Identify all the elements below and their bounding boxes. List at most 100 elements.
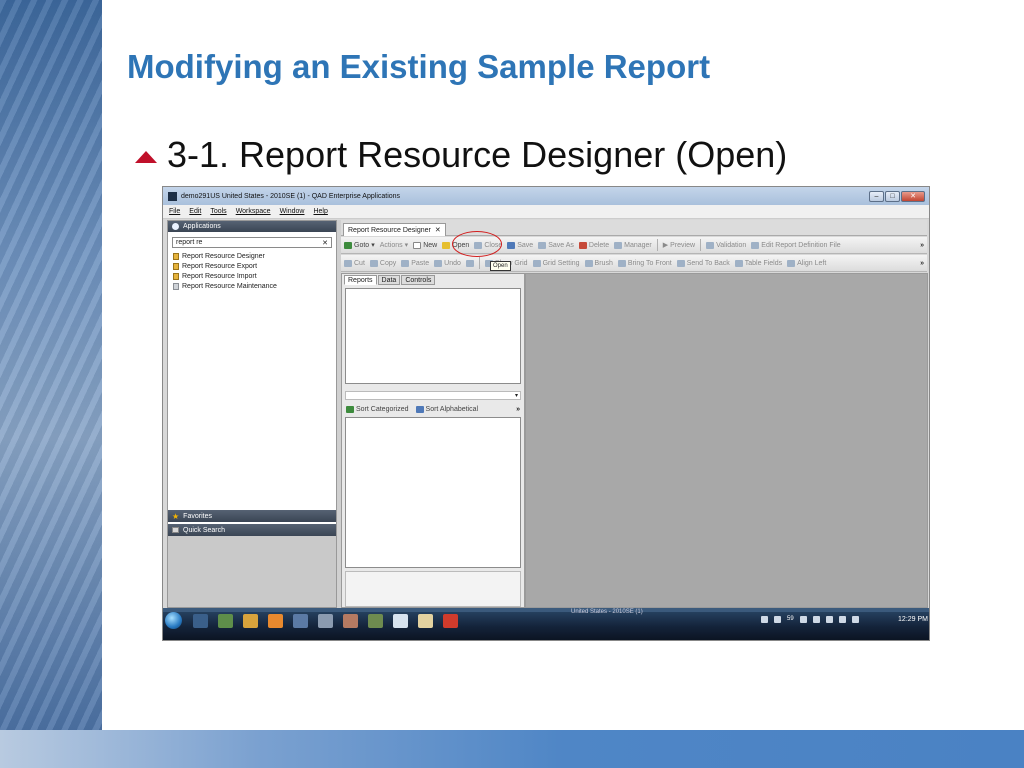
bring-to-front-button[interactable]: Bring To Front xyxy=(617,259,672,267)
align-left-button[interactable]: Align Left xyxy=(787,259,826,267)
app-icon[interactable] xyxy=(318,614,333,628)
network-icon[interactable] xyxy=(838,616,846,623)
app-icon[interactable] xyxy=(343,614,358,628)
folder-icon[interactable] xyxy=(243,614,258,628)
menu-bar: File Edit Tools Workspace Window Help xyxy=(163,205,929,219)
copy-button[interactable]: Copy xyxy=(369,259,396,267)
paste-button[interactable]: Paste xyxy=(401,259,429,267)
menu-file[interactable]: File xyxy=(169,208,180,215)
app-icon[interactable] xyxy=(368,614,383,628)
acrobat-icon[interactable] xyxy=(443,614,458,628)
taskbar-window-label[interactable]: United States - 2010SE (1) xyxy=(571,609,643,615)
preview-button[interactable]: ▶ Preview xyxy=(663,241,695,250)
favorites-header[interactable]: ★ Favorites xyxy=(168,510,336,522)
overflow-icon[interactable]: » xyxy=(516,406,520,413)
save-as-button[interactable]: Save As xyxy=(538,241,574,249)
app-icon[interactable] xyxy=(393,614,408,628)
system-tray: 59 xyxy=(761,616,859,623)
menu-edit[interactable]: Edit xyxy=(189,208,201,215)
toolbar-separator xyxy=(700,239,702,251)
toolbar-separator xyxy=(478,257,480,269)
new-button[interactable]: New xyxy=(413,241,437,249)
cut-button[interactable]: Cut xyxy=(344,259,365,267)
toolbar-secondary: Cut Copy Paste Undo Show Grid Grid Setti… xyxy=(341,255,927,272)
search-value: report re xyxy=(176,239,203,246)
toolbar-separator xyxy=(656,239,658,251)
manager-button[interactable]: Manager xyxy=(614,241,652,249)
result-report-resource-export[interactable]: Report Resource Export xyxy=(168,261,336,271)
open-folder-icon xyxy=(442,241,451,249)
delete-icon xyxy=(578,241,587,249)
maximize-button[interactable]: □ xyxy=(885,190,900,202)
applications-header[interactable]: Applications xyxy=(168,221,336,232)
brush-button[interactable]: Brush xyxy=(584,259,613,267)
new-document-icon xyxy=(413,241,422,249)
tab-controls[interactable]: Controls xyxy=(401,275,436,285)
tray-icon[interactable] xyxy=(825,616,833,623)
delete-button[interactable]: Delete xyxy=(578,241,609,249)
chevron-down-icon: ▾ xyxy=(514,393,518,399)
tray-icon[interactable]: 59 xyxy=(787,616,794,623)
toolbar-overflow-icon[interactable]: » xyxy=(920,242,924,249)
grid-setting-button[interactable]: Grid Setting xyxy=(532,259,580,267)
reports-list[interactable] xyxy=(345,288,521,384)
volume-icon[interactable] xyxy=(851,616,859,623)
sort-categorized-icon xyxy=(346,406,354,413)
result-label: Report Resource Designer xyxy=(182,252,265,260)
tab-report-resource-designer[interactable]: Report Resource Designer ✕ xyxy=(343,223,446,236)
windows-taskbar: United States - 2010SE (1) 59 12:29 PM xyxy=(163,608,929,640)
tray-icon[interactable] xyxy=(774,616,781,623)
result-report-resource-maintenance[interactable]: Report Resource Maintenance xyxy=(168,281,336,291)
bullet-item: 3-1. Report Resource Designer (Open) xyxy=(135,134,787,176)
window-title: demo291US United States - 2010SE (1) - Q… xyxy=(181,192,401,200)
result-report-resource-import[interactable]: Report Resource Import xyxy=(168,271,336,281)
media-player-icon[interactable] xyxy=(293,614,308,628)
ie-icon[interactable] xyxy=(193,614,208,628)
tray-icon[interactable] xyxy=(799,616,807,623)
edit-definition-button[interactable]: Edit Report Definition File xyxy=(751,241,841,249)
redo-button[interactable] xyxy=(465,259,474,267)
star-icon: ★ xyxy=(172,511,180,521)
property-grid[interactable] xyxy=(345,417,521,568)
save-icon xyxy=(507,241,516,249)
save-button[interactable]: Save xyxy=(507,241,533,249)
close-window-button[interactable]: ✕ xyxy=(901,190,925,202)
send-to-back-button[interactable]: Send To Back xyxy=(676,259,730,267)
goto-button[interactable]: Goto ▾ xyxy=(344,241,375,249)
menu-help[interactable]: Help xyxy=(313,208,327,215)
object-selector-dropdown[interactable]: ▾ xyxy=(345,391,521,400)
clear-search-icon[interactable]: ✕ xyxy=(322,239,328,247)
tray-icon[interactable] xyxy=(761,616,768,623)
copy-icon xyxy=(369,259,378,267)
app-icon[interactable] xyxy=(418,614,433,628)
tab-reports[interactable]: Reports xyxy=(344,275,377,285)
menu-workspace[interactable]: Workspace xyxy=(236,208,271,215)
search-input[interactable]: report re ✕ xyxy=(172,237,332,248)
program-icon xyxy=(173,282,179,290)
clock[interactable]: 12:29 PM xyxy=(898,616,928,623)
menu-tools[interactable]: Tools xyxy=(210,208,226,215)
applications-icon xyxy=(172,223,179,230)
undo-button[interactable]: Undo xyxy=(434,259,461,267)
result-report-resource-designer[interactable]: Report Resource Designer xyxy=(168,251,336,261)
actions-button[interactable]: Actions ▾ xyxy=(380,241,408,250)
explorer-icon[interactable] xyxy=(218,614,233,628)
minimize-button[interactable]: – xyxy=(869,190,884,202)
toolbar-overflow-icon[interactable]: » xyxy=(920,260,924,267)
open-tooltip: Open xyxy=(490,261,511,271)
quick-search-header[interactable]: Quick Search xyxy=(168,524,336,536)
tab-data[interactable]: Data xyxy=(377,275,401,285)
app-screenshot: demo291US United States - 2010SE (1) - Q… xyxy=(162,186,930,641)
start-button-icon[interactable] xyxy=(165,612,182,629)
menu-window[interactable]: Window xyxy=(280,208,305,215)
close-tab-icon[interactable]: ✕ xyxy=(435,226,441,234)
validation-button[interactable]: Validation xyxy=(706,241,746,249)
design-canvas[interactable] xyxy=(525,273,928,608)
firefox-icon[interactable] xyxy=(268,614,283,628)
tray-icon[interactable] xyxy=(812,616,820,623)
table-fields-button[interactable]: Table Fields xyxy=(734,259,782,267)
sort-alphabetical-icon xyxy=(415,406,424,413)
sort-alphabetical-button[interactable]: Sort Alphabetical xyxy=(415,406,478,413)
sort-categorized-button[interactable]: Sort Categorized xyxy=(346,406,409,413)
program-icon xyxy=(173,262,179,270)
